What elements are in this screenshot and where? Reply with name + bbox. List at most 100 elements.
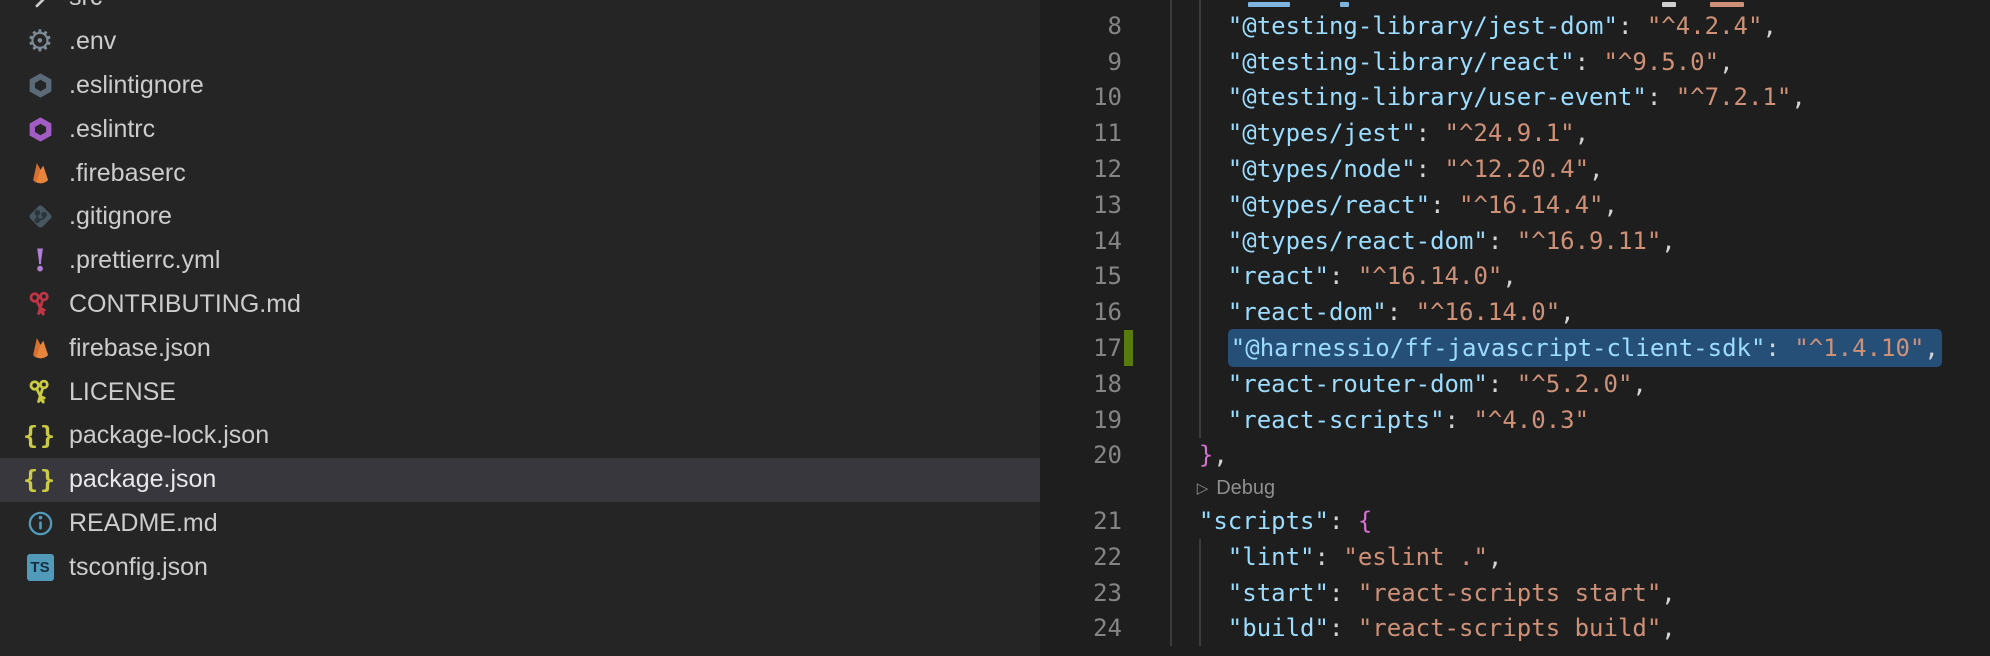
token-key: "@types/react": [1228, 191, 1430, 219]
code-line-content[interactable]: "lint": "eslint .",: [1170, 539, 1990, 575]
code-line-content[interactable]: "start": "react-scripts start",: [1170, 575, 1990, 611]
code-line-21: 21"scripts": {: [1040, 503, 1990, 539]
token-punct: :: [1575, 48, 1604, 76]
gear-icon: ⚙: [24, 26, 56, 58]
token-punct: :: [1329, 507, 1358, 535]
code-editor[interactable]: 8"@testing-library/jest-dom": "^4.2.4",9…: [1040, 0, 1990, 656]
token-punct: ,: [1791, 83, 1805, 111]
indent-guide: [1170, 503, 1172, 539]
code-tokens: "@testing-library/user-event": "^7.2.1",: [1228, 83, 1806, 111]
sidebar-item-package-json[interactable]: {}package.json: [0, 458, 1040, 502]
sidebar-item-readme-md[interactable]: README.md: [0, 502, 1040, 546]
git-icon: [24, 201, 56, 233]
sidebar-item-firebase-json[interactable]: firebase.json: [0, 326, 1040, 370]
code-line-content[interactable]: },: [1170, 438, 1990, 474]
firebase-icon: [24, 157, 56, 189]
code-line-14: 14 "@types/react-dom": "^16.9.11",: [1040, 223, 1990, 259]
code-line-content[interactable]: "@types/node": "^12.20.4",: [1170, 151, 1990, 187]
ts-icon: TS: [24, 551, 56, 583]
code-line-content[interactable]: "@types/jest": "^24.9.1",: [1170, 115, 1990, 151]
token-punct: :: [1488, 227, 1517, 255]
indent-guide: [1199, 223, 1201, 259]
token-str: "^16.14.0": [1358, 262, 1503, 290]
file-name: .eslintignore: [69, 71, 204, 100]
code-tokens: "react-router-dom": "^5.2.0",: [1228, 370, 1647, 398]
code-line-content[interactable]: "scripts": {: [1170, 503, 1990, 539]
line-number: 23: [1040, 579, 1122, 607]
token-str: "react-scripts start": [1358, 579, 1661, 607]
code-line-content[interactable]: "build": "react-scripts build",: [1170, 611, 1990, 647]
line-number: 12: [1040, 155, 1122, 183]
code-line-content[interactable]: "@harnessio/ff-javascript-client-sdk": "…: [1170, 330, 1990, 366]
code-line-content[interactable]: "@testing-library/react": "^9.5.0",: [1170, 44, 1990, 80]
sidebar-item--eslintignore[interactable]: .eslintignore: [0, 64, 1040, 108]
git-added-gutter-marker: [1124, 330, 1133, 366]
code-line-content[interactable]: "react-scripts": "^4.0.3": [1170, 402, 1990, 438]
token-str: "^4.2.4": [1647, 12, 1763, 40]
code-line-13: 13 "@types/react": "^16.14.4",: [1040, 187, 1990, 223]
firebase-icon: [24, 332, 56, 364]
token-punct: ,: [1502, 262, 1516, 290]
code-line-content[interactable]: "@testing-library/user-event": "^7.2.1",: [1170, 80, 1990, 116]
code-line-content[interactable]: "@types/react-dom": "^16.9.11",: [1170, 223, 1990, 259]
code-tokens: "react": "^16.14.0",: [1228, 262, 1517, 290]
token-punct: :: [1488, 370, 1517, 398]
sidebar-item-package-lock-json[interactable]: {}package-lock.json: [0, 414, 1040, 458]
sidebar-item-tsconfig-json[interactable]: TStsconfig.json: [0, 545, 1040, 589]
file-name: README.md: [69, 509, 218, 538]
code-tokens: "react-scripts": "^4.0.3": [1228, 406, 1589, 434]
line-number: 14: [1040, 227, 1122, 255]
code-line-content[interactable]: "react-dom": "^16.14.0",: [1170, 294, 1990, 330]
token-punct: ,: [1575, 119, 1589, 147]
token-punct: :: [1329, 262, 1358, 290]
sidebar-item-license[interactable]: LICENSE: [0, 370, 1040, 414]
line-number: 24: [1040, 614, 1122, 642]
sidebar-item--env[interactable]: ⚙.env: [0, 20, 1040, 64]
code-line-content[interactable]: "@types/react": "^16.14.4",: [1170, 187, 1990, 223]
token-punct: :: [1416, 119, 1445, 147]
token-key: "@types/node": [1228, 155, 1416, 183]
token-str: "^5.2.0": [1517, 370, 1633, 398]
sidebar-item--gitignore[interactable]: .gitignore: [0, 195, 1040, 239]
code-line-23: 23 "start": "react-scripts start",: [1040, 575, 1990, 611]
file-name: .firebaserc: [69, 159, 186, 188]
token-punct: ,: [1661, 614, 1675, 642]
sidebar-item-contributing-md[interactable]: CONTRIBUTING.md: [0, 283, 1040, 327]
code-tokens: "@types/react": "^16.14.4",: [1228, 191, 1618, 219]
sidebar-item--eslintrc[interactable]: .eslintrc: [0, 107, 1040, 151]
line-number: 19: [1040, 406, 1122, 434]
sidebar-item-src[interactable]: src: [0, 0, 1040, 20]
code-tokens: "lint": "eslint .",: [1228, 543, 1503, 571]
indent-guide: [1170, 44, 1172, 80]
code-line-content[interactable]: "react-router-dom": "^5.2.0",: [1170, 366, 1990, 402]
indent-guide: [1199, 259, 1201, 295]
partial-line-fragment: [1340, 2, 1349, 7]
code-tokens: "scripts": {: [1199, 507, 1372, 535]
code-line-content[interactable]: "@testing-library/jest-dom": "^4.2.4",: [1170, 8, 1990, 44]
token-key: "scripts": [1199, 507, 1329, 535]
sidebar-item--firebaserc[interactable]: .firebaserc: [0, 151, 1040, 195]
indent-guide: [1199, 0, 1201, 8]
code-line-12: 12 "@types/node": "^12.20.4",: [1040, 151, 1990, 187]
token-key: "react": [1228, 262, 1329, 290]
token-str: "^1.4.10": [1794, 334, 1924, 362]
sidebar-item--prettierrc-yml[interactable]: !.prettierrc.yml: [0, 239, 1040, 283]
code-line-11: 11"@types/jest": "^24.9.1",: [1040, 115, 1990, 151]
indent-guide: [1170, 473, 1172, 503]
file-name: LICENSE: [69, 378, 176, 407]
code-line-18: 18"react-router-dom": "^5.2.0",: [1040, 366, 1990, 402]
partial-code-line: [1040, 0, 1990, 8]
token-punct: ,: [1661, 579, 1675, 607]
eslint-purple-icon: [24, 113, 56, 145]
file-name: .gitignore: [69, 202, 172, 231]
file-name: firebase.json: [69, 334, 211, 363]
debug-codelens-link[interactable]: ▷Debug: [1197, 477, 1275, 500]
token-punct: :: [1329, 579, 1358, 607]
code-line-content[interactable]: "react": "^16.14.0",: [1170, 259, 1990, 295]
line-number: 13: [1040, 191, 1122, 219]
explorer-sidebar: src⚙.env .eslintignore .eslintrc .firebaser…: [0, 0, 1040, 656]
token-key: "react-router-dom": [1228, 370, 1488, 398]
text-selection: "@harnessio/ff-javascript-client-sdk": "…: [1228, 329, 1942, 367]
token-punct: ,: [1632, 370, 1646, 398]
token-punct: ,: [1924, 334, 1938, 362]
